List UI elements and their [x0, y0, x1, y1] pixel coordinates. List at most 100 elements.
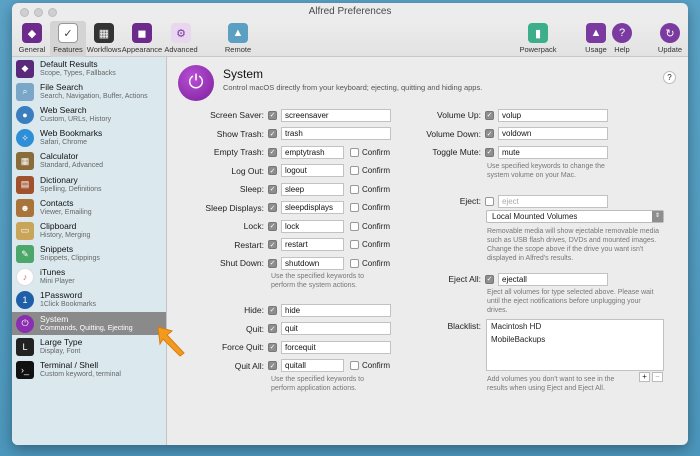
sidebar-item-clipboard[interactable]: ▭ Clipboard History, Merging — [12, 219, 166, 242]
command-row-volume-down: Volume Down: ✓ voldown — [413, 127, 608, 141]
command-row-shut-down: Shut Down: ✓ shutdown Confirm — [220, 256, 391, 270]
enable-checkbox[interactable]: ✓ — [485, 274, 494, 284]
tab-workflows[interactable]: ▦ Workflows — [86, 21, 122, 57]
tab-update[interactable]: ↻ Update — [652, 21, 688, 57]
confirm-toggle[interactable]: Confirm — [350, 184, 390, 194]
command-row-quit-all: Quit All: ✓ quitall Confirm — [234, 359, 391, 372]
keyword-input[interactable]: quitall — [281, 359, 344, 372]
keyword-input[interactable]: volup — [498, 108, 608, 122]
add-volume-button[interactable]: + — [639, 372, 650, 382]
keyword-input[interactable]: emptytrash — [281, 145, 344, 159]
confirm-toggle[interactable]: Confirm — [350, 147, 390, 157]
tab-features[interactable]: ✓ Features — [50, 21, 86, 57]
confirm-toggle[interactable]: Confirm — [350, 221, 390, 231]
sidebar-item-itunes[interactable]: ♪ iTunes Mini Player — [12, 266, 166, 289]
enable-checkbox[interactable]: ✓ — [268, 305, 277, 315]
sidebar-item-1password[interactable]: 1 1Password 1Click Bookmarks — [12, 289, 166, 312]
sidebar-item-dictionary[interactable]: ▤ Dictionary Spelling, Definitions — [12, 173, 166, 196]
tab-advanced[interactable]: ⚙ Advanced — [162, 21, 200, 57]
enable-checkbox[interactable]: ✓ — [268, 110, 277, 120]
blacklist-list[interactable]: Macintosh HD MobileBackups — [486, 319, 664, 371]
confirm-toggle[interactable]: Confirm — [350, 240, 390, 249]
keyword-input[interactable]: screensaver — [281, 108, 391, 122]
confirm-checkbox[interactable] — [350, 240, 359, 249]
keyword-input[interactable]: forcequit — [281, 340, 391, 354]
eject-scope-select[interactable]: Local Mounted Volumes ⇕ — [486, 210, 664, 223]
keyword-input[interactable]: restart — [281, 238, 344, 251]
keyword-input[interactable]: hide — [281, 303, 391, 317]
window-controls — [20, 8, 57, 17]
command-row-show-trash: Show Trash: ✓ trash — [168, 127, 391, 141]
enable-checkbox[interactable]: ✓ — [485, 147, 494, 157]
keyword-input[interactable]: logout — [281, 164, 344, 177]
keyword-input[interactable]: ejectall — [498, 272, 608, 286]
list-item[interactable]: Macintosh HD — [487, 320, 663, 333]
keyword-input[interactable]: mute — [498, 145, 608, 159]
confirm-checkbox[interactable] — [350, 166, 359, 175]
confirm-toggle[interactable]: Confirm — [350, 203, 390, 212]
sidebar-item-web-search[interactable]: ● Web Search Custom, URLs, History — [12, 103, 166, 126]
keyword-input[interactable]: lock — [281, 219, 344, 233]
volume-hint: Use specified keywords to change the sys… — [487, 163, 605, 179]
confirm-checkbox[interactable] — [350, 203, 359, 212]
sidebar-item-snippets[interactable]: ✎ Snippets Snippets, Clippings — [12, 243, 166, 266]
enable-checkbox[interactable] — [485, 196, 494, 206]
enable-checkbox[interactable]: ✓ — [268, 221, 277, 231]
eject-all-hint: Eject all volumes for type selected abov… — [487, 289, 654, 314]
enable-checkbox[interactable]: ✓ — [268, 361, 277, 370]
list-item[interactable]: MobileBackups — [487, 333, 663, 346]
sidebar-item-default-results[interactable]: ◆ Default Results Scope, Types, Fallbacks — [12, 57, 166, 80]
confirm-checkbox[interactable] — [350, 147, 359, 157]
keyword-input[interactable]: sleepdisplays — [281, 201, 344, 214]
appearance-icon: ◼ — [132, 23, 152, 43]
keyword-input[interactable]: sleep — [281, 182, 344, 196]
confirm-toggle[interactable]: Confirm — [350, 258, 390, 268]
enable-checkbox[interactable]: ✓ — [268, 240, 277, 249]
sidebar-item-web-bookmarks[interactable]: ✧ Web Bookmarks Safari, Chrome — [12, 127, 166, 150]
command-row-volume-up: Volume Up: ✓ volup — [413, 108, 608, 122]
sidebar-item-terminal[interactable]: ›_ Terminal / Shell Custom keyword, termi… — [12, 358, 166, 381]
enable-checkbox[interactable]: ✓ — [268, 203, 277, 212]
sidebar-item-calculator[interactable]: ▦ Calculator Standard, Advanced — [12, 150, 166, 173]
enable-checkbox[interactable]: ✓ — [268, 184, 277, 194]
updown-arrows-icon: ⇕ — [652, 211, 663, 222]
command-row-quit: Quit: ✓ quit — [168, 322, 391, 336]
sidebar-item-large-type[interactable]: L Large Type Display, Font — [12, 335, 166, 358]
enable-checkbox[interactable]: ✓ — [268, 147, 277, 157]
power-icon: ⏻ — [178, 65, 214, 101]
keyword-input[interactable]: shutdown — [281, 256, 344, 270]
sidebar-item-system[interactable]: ⏻ System Commands, Quitting, Ejecting — [12, 312, 166, 336]
snippets-icon: ✎ — [16, 245, 34, 264]
tab-appearance[interactable]: ◼ Appearance — [122, 21, 162, 57]
confirm-toggle[interactable]: Confirm — [350, 166, 390, 175]
enable-checkbox[interactable]: ✓ — [268, 342, 277, 352]
tab-help[interactable]: ? Help — [604, 21, 640, 57]
remove-volume-button[interactable]: − — [652, 372, 663, 382]
command-row-sleep: Sleep: ✓ sleep Confirm — [239, 182, 391, 196]
tab-powerpack[interactable]: ▮ Powerpack — [518, 21, 558, 57]
minimize-button[interactable] — [34, 8, 43, 17]
help-button[interactable]: ? — [663, 71, 676, 84]
sidebar-item-contacts[interactable]: ☻ Contacts Viewer, Emailing — [12, 196, 166, 219]
confirm-toggle[interactable]: Confirm — [350, 361, 390, 370]
enable-checkbox[interactable]: ✓ — [268, 129, 277, 138]
tab-remote[interactable]: ▲ Remote — [220, 21, 256, 57]
confirm-checkbox[interactable] — [350, 184, 359, 194]
sidebar-item-file-search[interactable]: ⌕ File Search Search, Navigation, Buffer,… — [12, 80, 166, 103]
enable-checkbox[interactable]: ✓ — [485, 129, 494, 138]
tab-general[interactable]: ◆ General — [14, 21, 50, 57]
enable-checkbox[interactable]: ✓ — [268, 166, 277, 175]
keyword-input[interactable]: trash — [281, 127, 391, 140]
keyword-input[interactable]: voldown — [498, 127, 608, 140]
close-button[interactable] — [20, 8, 29, 17]
confirm-checkbox[interactable] — [350, 221, 359, 231]
keyword-input[interactable]: quit — [281, 322, 391, 335]
confirm-checkbox[interactable] — [350, 258, 359, 268]
checklist-icon: ✓ — [58, 23, 78, 43]
keyword-input[interactable]: eject — [498, 194, 608, 208]
enable-checkbox[interactable]: ✓ — [268, 258, 277, 268]
zoom-button[interactable] — [48, 8, 57, 17]
enable-checkbox[interactable]: ✓ — [268, 324, 277, 333]
confirm-checkbox[interactable] — [350, 361, 359, 370]
enable-checkbox[interactable]: ✓ — [485, 110, 494, 120]
